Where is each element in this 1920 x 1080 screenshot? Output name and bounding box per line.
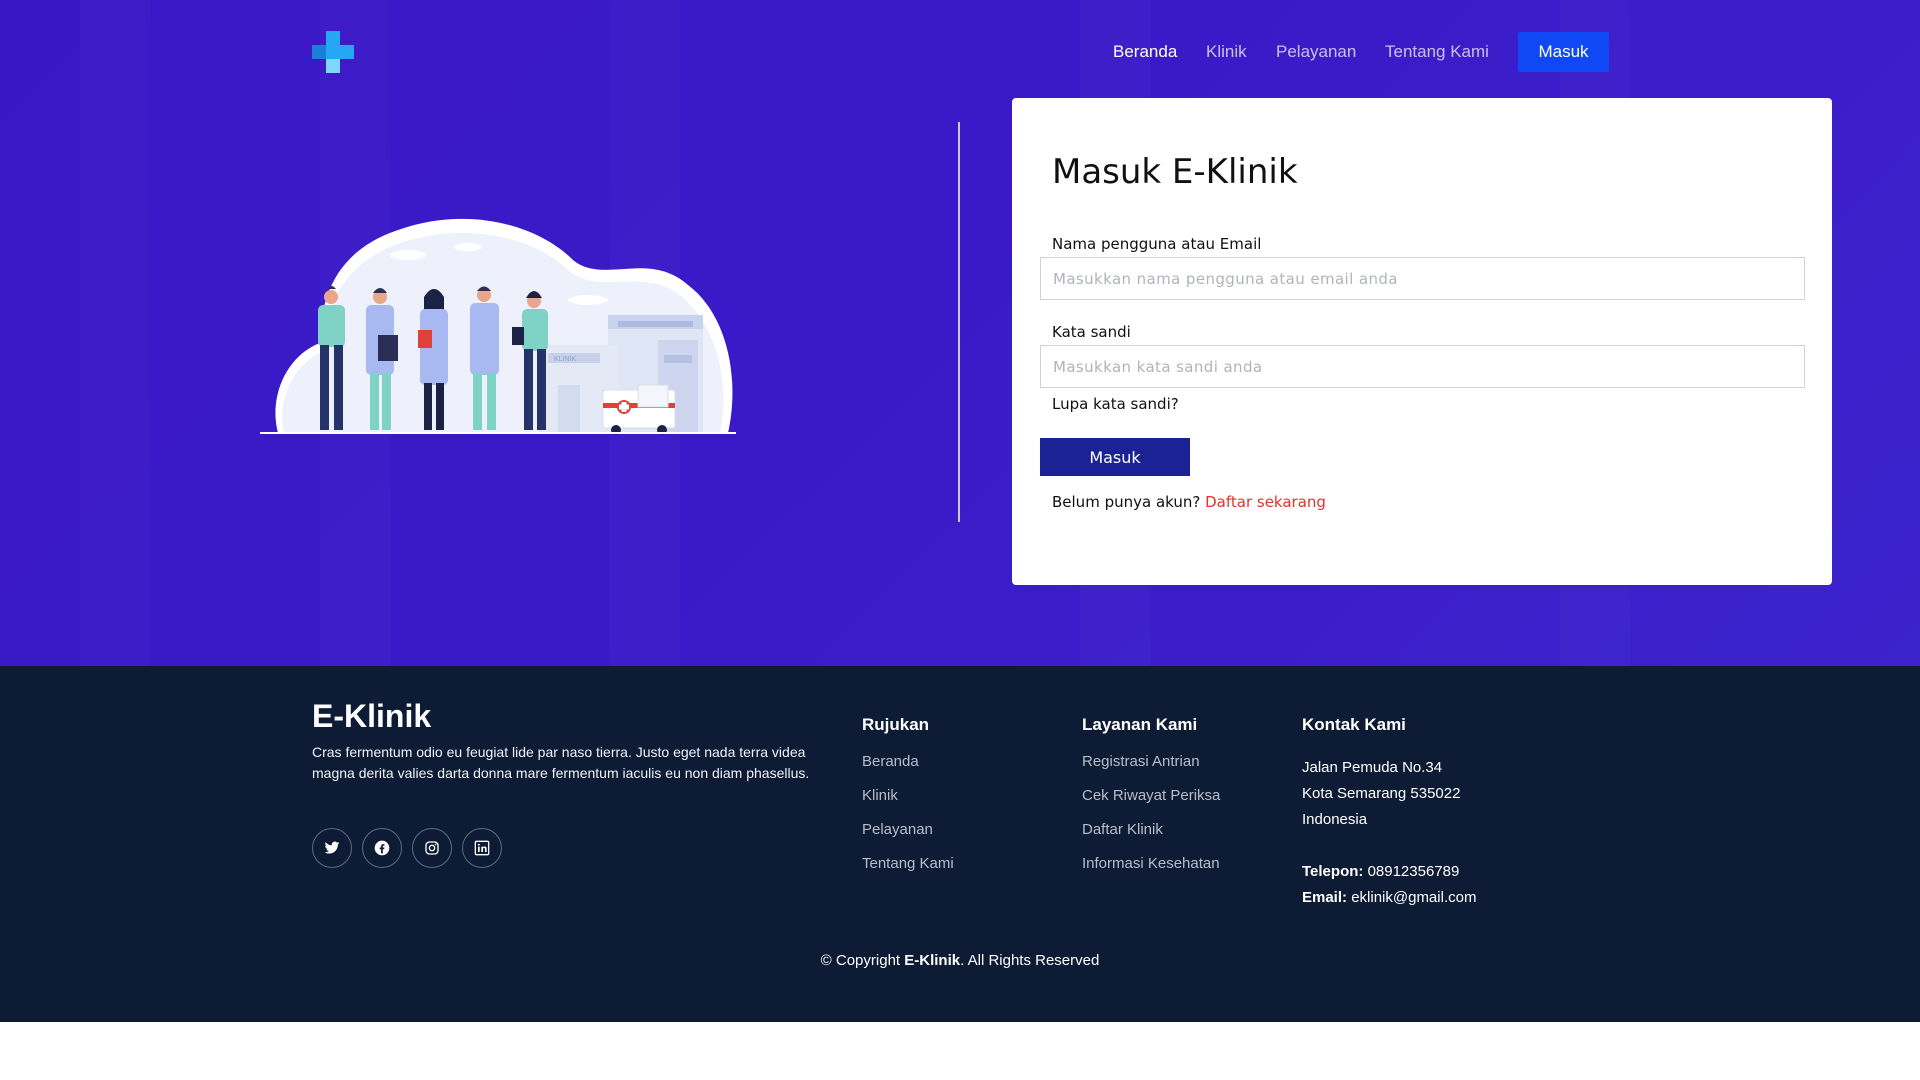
nav-beranda[interactable]: Beranda: [1113, 42, 1177, 62]
footer: E-Klinik Cras fermentum odio eu feugiat …: [0, 666, 1920, 1022]
copyright-brand: E-Klinik: [904, 952, 961, 969]
linkedin-icon[interactable]: [462, 828, 502, 868]
footer-rujukan-title: Rujukan: [862, 715, 930, 734]
footer-kontak-title: Kontak Kami: [1302, 715, 1406, 734]
forgot-password-link[interactable]: Lupa kata sandi?: [1052, 395, 1179, 413]
footer-link-tentang-kami[interactable]: Tentang Kami: [862, 855, 954, 872]
clinic-illustration: KLINIK: [260, 218, 736, 435]
register-link[interactable]: Daftar sekarang: [1205, 493, 1326, 511]
footer-link-registrasi-antrian[interactable]: Registrasi Antrian: [1082, 753, 1200, 770]
instagram-icon[interactable]: [412, 828, 452, 868]
hero-section: Beranda Klinik Pelayanan Tentang Kami Ma…: [0, 0, 1920, 666]
social-links: [312, 828, 512, 868]
register-prompt-text: Belum punya akun?: [1052, 493, 1201, 511]
nav-pelayanan[interactable]: Pelayanan: [1276, 42, 1356, 62]
contact-email-value[interactable]: eklinik@gmail.com: [1351, 889, 1476, 906]
footer-layanan-title: Layanan Kami: [1082, 715, 1198, 734]
password-label: Kata sandi: [1052, 323, 1131, 341]
register-prompt: Belum punya akun? Daftar sekarang: [1052, 493, 1326, 511]
illustration-sign: KLINIK: [554, 356, 577, 363]
hero-ray: [80, 0, 150, 666]
login-submit-button[interactable]: Masuk: [1040, 438, 1190, 476]
username-input[interactable]: [1040, 257, 1805, 300]
twitter-icon[interactable]: [312, 828, 352, 868]
username-label: Nama pengguna atau Email: [1052, 235, 1262, 253]
copyright: © Copyright E-Klinik. All Rights Reserve…: [0, 952, 1920, 969]
footer-link-pelayanan[interactable]: Pelayanan: [862, 821, 933, 838]
password-input[interactable]: [1040, 345, 1805, 388]
contact-address-line2: Kota Semarang 535022: [1302, 785, 1461, 802]
hero-divider: [958, 122, 960, 522]
contact-phone-value: 08912356789: [1367, 863, 1460, 880]
contact-email-label: Email:: [1302, 889, 1348, 906]
contact-phone-label: Telepon:: [1302, 863, 1364, 880]
footer-link-klinik[interactable]: Klinik: [862, 787, 898, 804]
footer-link-daftar-klinik[interactable]: Daftar Klinik: [1082, 821, 1163, 838]
contact-address-line3: Indonesia: [1302, 811, 1368, 828]
footer-brand: E-Klinik: [312, 698, 432, 734]
contact-address-line1: Jalan Pemuda No.34: [1302, 759, 1443, 776]
footer-link-cek-riwayat[interactable]: Cek Riwayat Periksa: [1082, 787, 1220, 804]
contact-phone: Telepon: 08912356789: [1302, 863, 1459, 880]
facebook-icon[interactable]: [362, 828, 402, 868]
nav-tentang-kami[interactable]: Tentang Kami: [1385, 42, 1489, 62]
footer-description: Cras fermentum odio eu feugiat lide par …: [312, 744, 810, 781]
footer-link-beranda[interactable]: Beranda: [862, 753, 919, 770]
copyright-prefix: © Copyright: [820, 952, 901, 969]
copyright-suffix: . All Rights Reserved: [960, 952, 1100, 969]
nav-klinik[interactable]: Klinik: [1206, 42, 1247, 62]
nav-login-button[interactable]: Masuk: [1518, 32, 1609, 72]
logo-icon[interactable]: [312, 31, 354, 73]
footer-link-informasi-kesehatan[interactable]: Informasi Kesehatan: [1082, 855, 1220, 872]
login-card: Masuk E-Klinik Nama pengguna atau Email …: [1012, 98, 1832, 585]
contact-email: Email: eklinik@gmail.com: [1302, 889, 1476, 906]
login-title: Masuk E-Klinik: [1052, 152, 1298, 192]
